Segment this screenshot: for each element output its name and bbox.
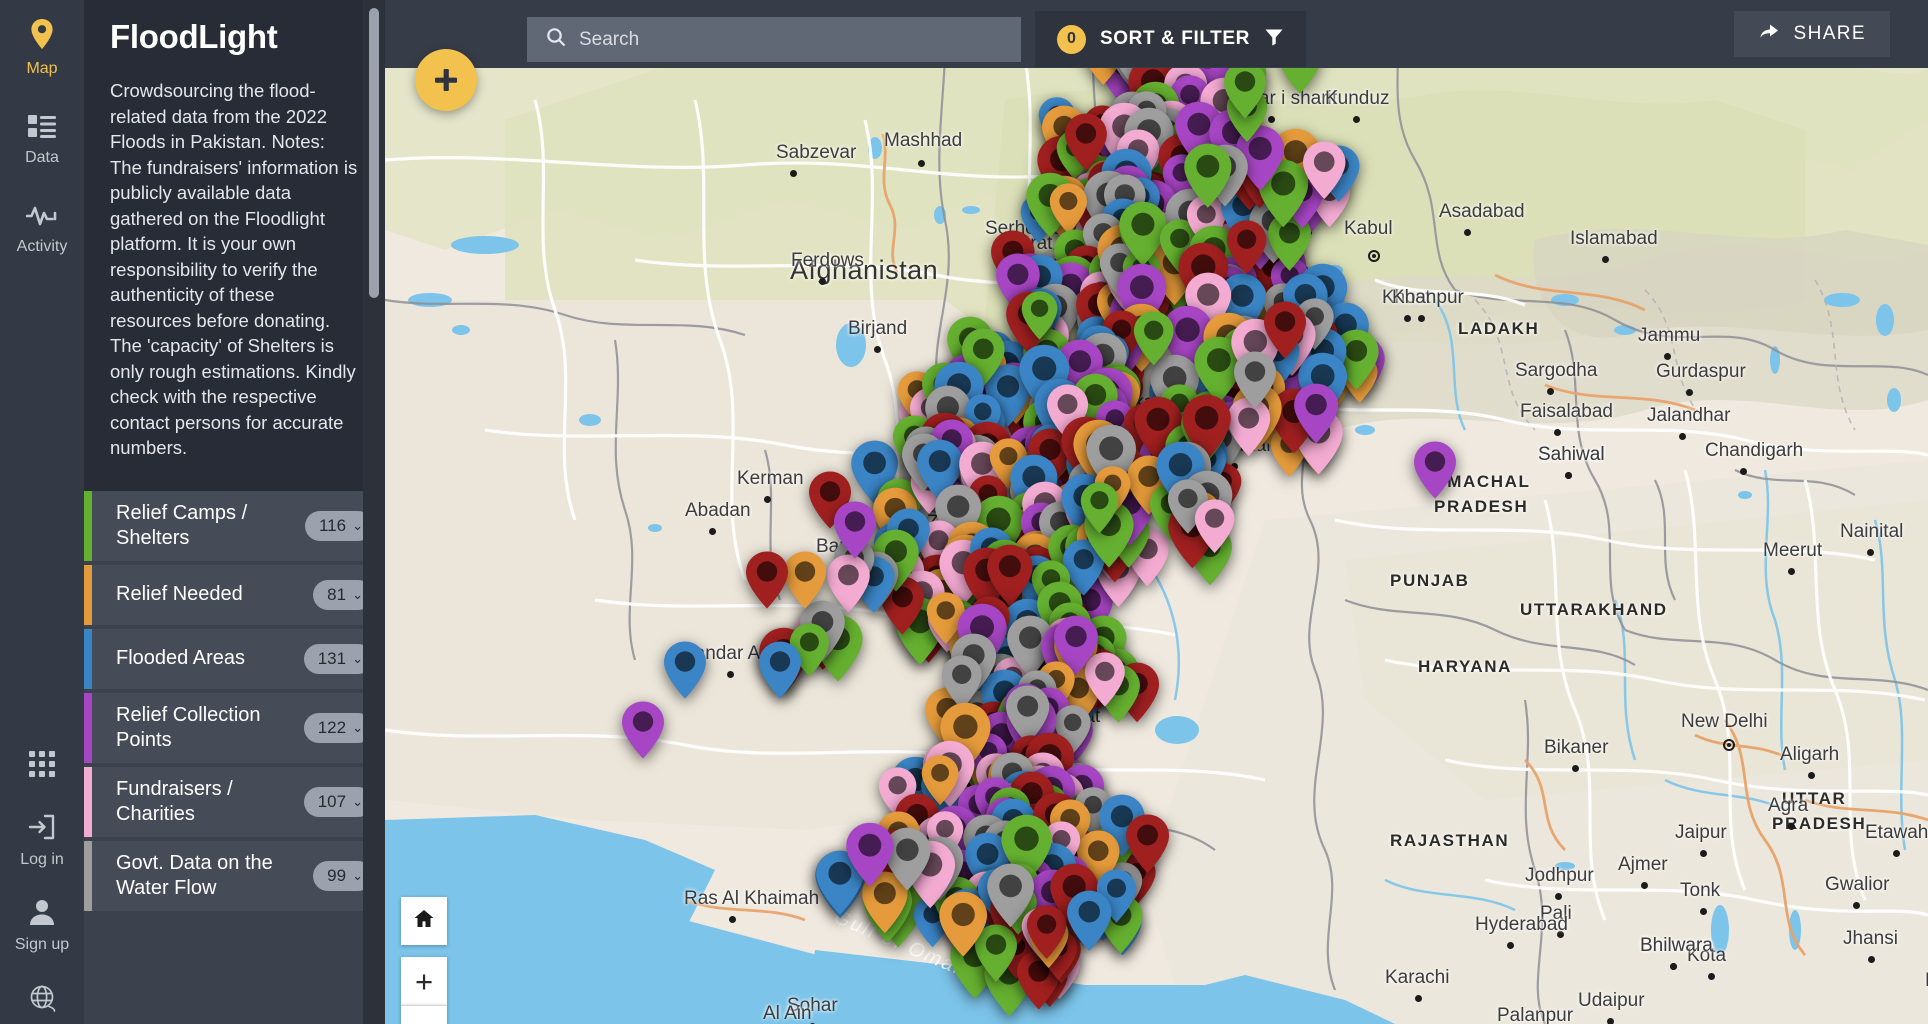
map-marker-pin[interactable] bbox=[844, 821, 896, 888]
login-arrow-icon bbox=[28, 813, 56, 846]
map-marker-pin[interactable] bbox=[1182, 142, 1234, 209]
sidebar-item-map[interactable]: Map bbox=[0, 18, 84, 77]
category-label: Relief Needed bbox=[116, 583, 243, 605]
map-marker-pin[interactable] bbox=[744, 550, 790, 610]
map-marker-pin[interactable] bbox=[1301, 140, 1347, 201]
add-entry-button[interactable] bbox=[415, 49, 477, 111]
chevron-down-icon: ⌄ bbox=[352, 587, 363, 602]
map-marker-pin[interactable] bbox=[1124, 813, 1171, 874]
map-marker-pin[interactable] bbox=[1222, 60, 1268, 120]
rail-secondary-nav: Log in Sign up bbox=[0, 750, 84, 1024]
category-count: 116 bbox=[318, 515, 347, 535]
category-row[interactable]: Flooded Areas 131 ⌄ bbox=[84, 628, 385, 689]
map-pin-icon bbox=[29, 18, 55, 55]
category-row[interactable]: Relief Collection Points 122 ⌄ bbox=[84, 692, 385, 763]
sidebar-item-data-label: Data bbox=[25, 149, 59, 166]
share-button[interactable]: SHARE bbox=[1733, 11, 1890, 57]
map-canvas[interactable]: AfghanistanPakistanJAMMUANDKASHMIRLADAKH… bbox=[385, 0, 1928, 1024]
rail-primary-nav: Map Data Activity bbox=[0, 0, 84, 255]
category-label: Fundraisers / Charities bbox=[116, 777, 233, 825]
home-button[interactable] bbox=[401, 897, 447, 945]
map-marker-pin[interactable] bbox=[662, 640, 708, 700]
apps-grid-button[interactable] bbox=[0, 750, 84, 783]
home-icon bbox=[412, 907, 436, 936]
sidebar-item-map-label: Map bbox=[26, 60, 58, 77]
map-marker-pin[interactable] bbox=[1412, 440, 1458, 500]
floodlight-app: AfghanistanPakistanJAMMUANDKASHMIRLADAKH… bbox=[0, 0, 1928, 1024]
apps-grid-icon bbox=[28, 750, 56, 783]
category-count: 99 bbox=[327, 865, 347, 885]
funnel-icon bbox=[1264, 27, 1284, 52]
plus-icon bbox=[431, 65, 461, 95]
signup-button[interactable]: Sign up bbox=[0, 898, 84, 953]
chevron-down-icon: ⌄ bbox=[352, 868, 363, 883]
sort-and-filter-button[interactable]: 0 SORT & FILTER bbox=[1035, 11, 1306, 67]
data-list-icon bbox=[27, 113, 57, 144]
panel-description-block: FloodLight Crowdsourcing the flood-relat… bbox=[84, 0, 385, 491]
map-home-control[interactable] bbox=[401, 897, 447, 945]
map-marker-pin[interactable] bbox=[620, 700, 666, 760]
category-row[interactable]: Relief Needed 81 ⌄ bbox=[84, 564, 385, 625]
app-description: Crowdsourcing the flood-related data fro… bbox=[110, 80, 358, 458]
login-button[interactable]: Log in bbox=[0, 813, 84, 868]
map-marker-pin[interactable] bbox=[1020, 290, 1059, 341]
category-row[interactable]: Relief Camps / Shelters 116 ⌄ bbox=[84, 490, 385, 561]
sidebar-item-activity-label: Activity bbox=[16, 238, 68, 255]
category-count: 107 bbox=[317, 791, 347, 811]
chevron-down-icon: ⌄ bbox=[352, 651, 363, 666]
zoom-in-button[interactable]: + bbox=[401, 957, 447, 1005]
map-marker-pin[interactable] bbox=[1193, 498, 1236, 554]
map-marker-pin[interactable] bbox=[757, 640, 803, 700]
map-marker-pin[interactable] bbox=[1132, 310, 1175, 367]
zoom-out-label: − bbox=[415, 1014, 433, 1024]
category-label: Flooded Areas bbox=[116, 647, 245, 669]
map-zoom-controls[interactable]: + − bbox=[401, 957, 447, 1024]
map-marker-pin[interactable] bbox=[832, 500, 878, 560]
login-label: Log in bbox=[20, 851, 64, 868]
share-arrow-icon bbox=[1758, 22, 1780, 47]
sidebar-item-data[interactable]: Data bbox=[0, 113, 84, 166]
search-input[interactable]: Search bbox=[527, 17, 1021, 62]
map-marker-pin[interactable] bbox=[1025, 904, 1068, 960]
globe-language-icon bbox=[27, 983, 57, 1018]
top-toolbar: Search 0 SORT & FILTER SHARE bbox=[385, 0, 1928, 68]
map-marker-pin[interactable] bbox=[937, 890, 989, 958]
zoom-out-button[interactable]: − bbox=[401, 1005, 447, 1024]
map-marker-pin[interactable] bbox=[1232, 350, 1278, 410]
panel-scroll-track[interactable] bbox=[363, 0, 385, 1024]
sort-and-filter-label: SORT & FILTER bbox=[1100, 28, 1250, 49]
page-title: FloodLight bbox=[110, 18, 278, 55]
category-row[interactable]: Govt. Data on the Water Flow 99 ⌄ bbox=[84, 840, 385, 911]
category-label: Relief Camps / Shelters bbox=[116, 501, 248, 549]
map-marker-pin[interactable] bbox=[1079, 481, 1120, 535]
language-globe-button[interactable] bbox=[0, 983, 84, 1018]
activity-pulse-icon bbox=[25, 202, 58, 233]
user-person-icon bbox=[29, 898, 55, 931]
category-label: Govt. Data on the Water Flow bbox=[116, 851, 273, 899]
info-panel: FloodLight Crowdsourcing the flood-relat… bbox=[84, 0, 385, 1024]
search-placeholder: Search bbox=[579, 28, 640, 50]
filter-count-badge: 0 bbox=[1057, 24, 1086, 54]
sidebar-item-activity[interactable]: Activity bbox=[0, 202, 84, 255]
panel-scrollbar-thumb[interactable] bbox=[369, 8, 379, 298]
map-marker-pin[interactable] bbox=[1292, 382, 1340, 445]
category-count: 81 bbox=[327, 584, 347, 604]
category-count: 122 bbox=[317, 717, 347, 737]
zoom-in-label: + bbox=[414, 963, 434, 999]
chevron-down-icon: ⌄ bbox=[352, 720, 363, 735]
category-label: Relief Collection Points bbox=[116, 703, 261, 751]
category-list: Relief Camps / Shelters 116 ⌄ Relief Needed… bbox=[84, 490, 385, 915]
map-marker-pin[interactable] bbox=[1065, 889, 1114, 952]
category-row[interactable]: Fundraisers / Charities 107 ⌄ bbox=[84, 766, 385, 837]
search-icon bbox=[545, 26, 567, 53]
chevron-down-icon: ⌄ bbox=[352, 518, 363, 533]
chevron-down-icon: ⌄ bbox=[352, 794, 363, 809]
signup-label: Sign up bbox=[14, 936, 70, 953]
share-label: SHARE bbox=[1793, 23, 1866, 44]
category-count: 131 bbox=[317, 648, 347, 668]
left-icon-rail: Map Data Activity Log in Sign up bbox=[0, 0, 84, 1024]
